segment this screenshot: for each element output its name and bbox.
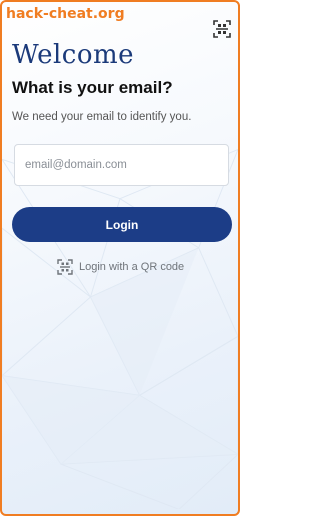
page-title: Welcome [12, 40, 135, 70]
app-screen: hack-cheat.org Welcome What is your emai… [0, 0, 240, 516]
helper-text: We need your email to identify you. [12, 111, 192, 123]
watermark: hack-cheat.org [6, 6, 125, 22]
qr-login-label: Login with a QR code [79, 261, 185, 273]
qr-scan-icon[interactable] [213, 20, 231, 38]
email-field[interactable] [14, 144, 229, 186]
login-button[interactable]: Login [12, 207, 232, 242]
qr-scan-icon [57, 259, 73, 275]
page-subtitle: What is your email? [12, 78, 173, 97]
qr-login-link[interactable]: Login with a QR code [57, 259, 184, 275]
